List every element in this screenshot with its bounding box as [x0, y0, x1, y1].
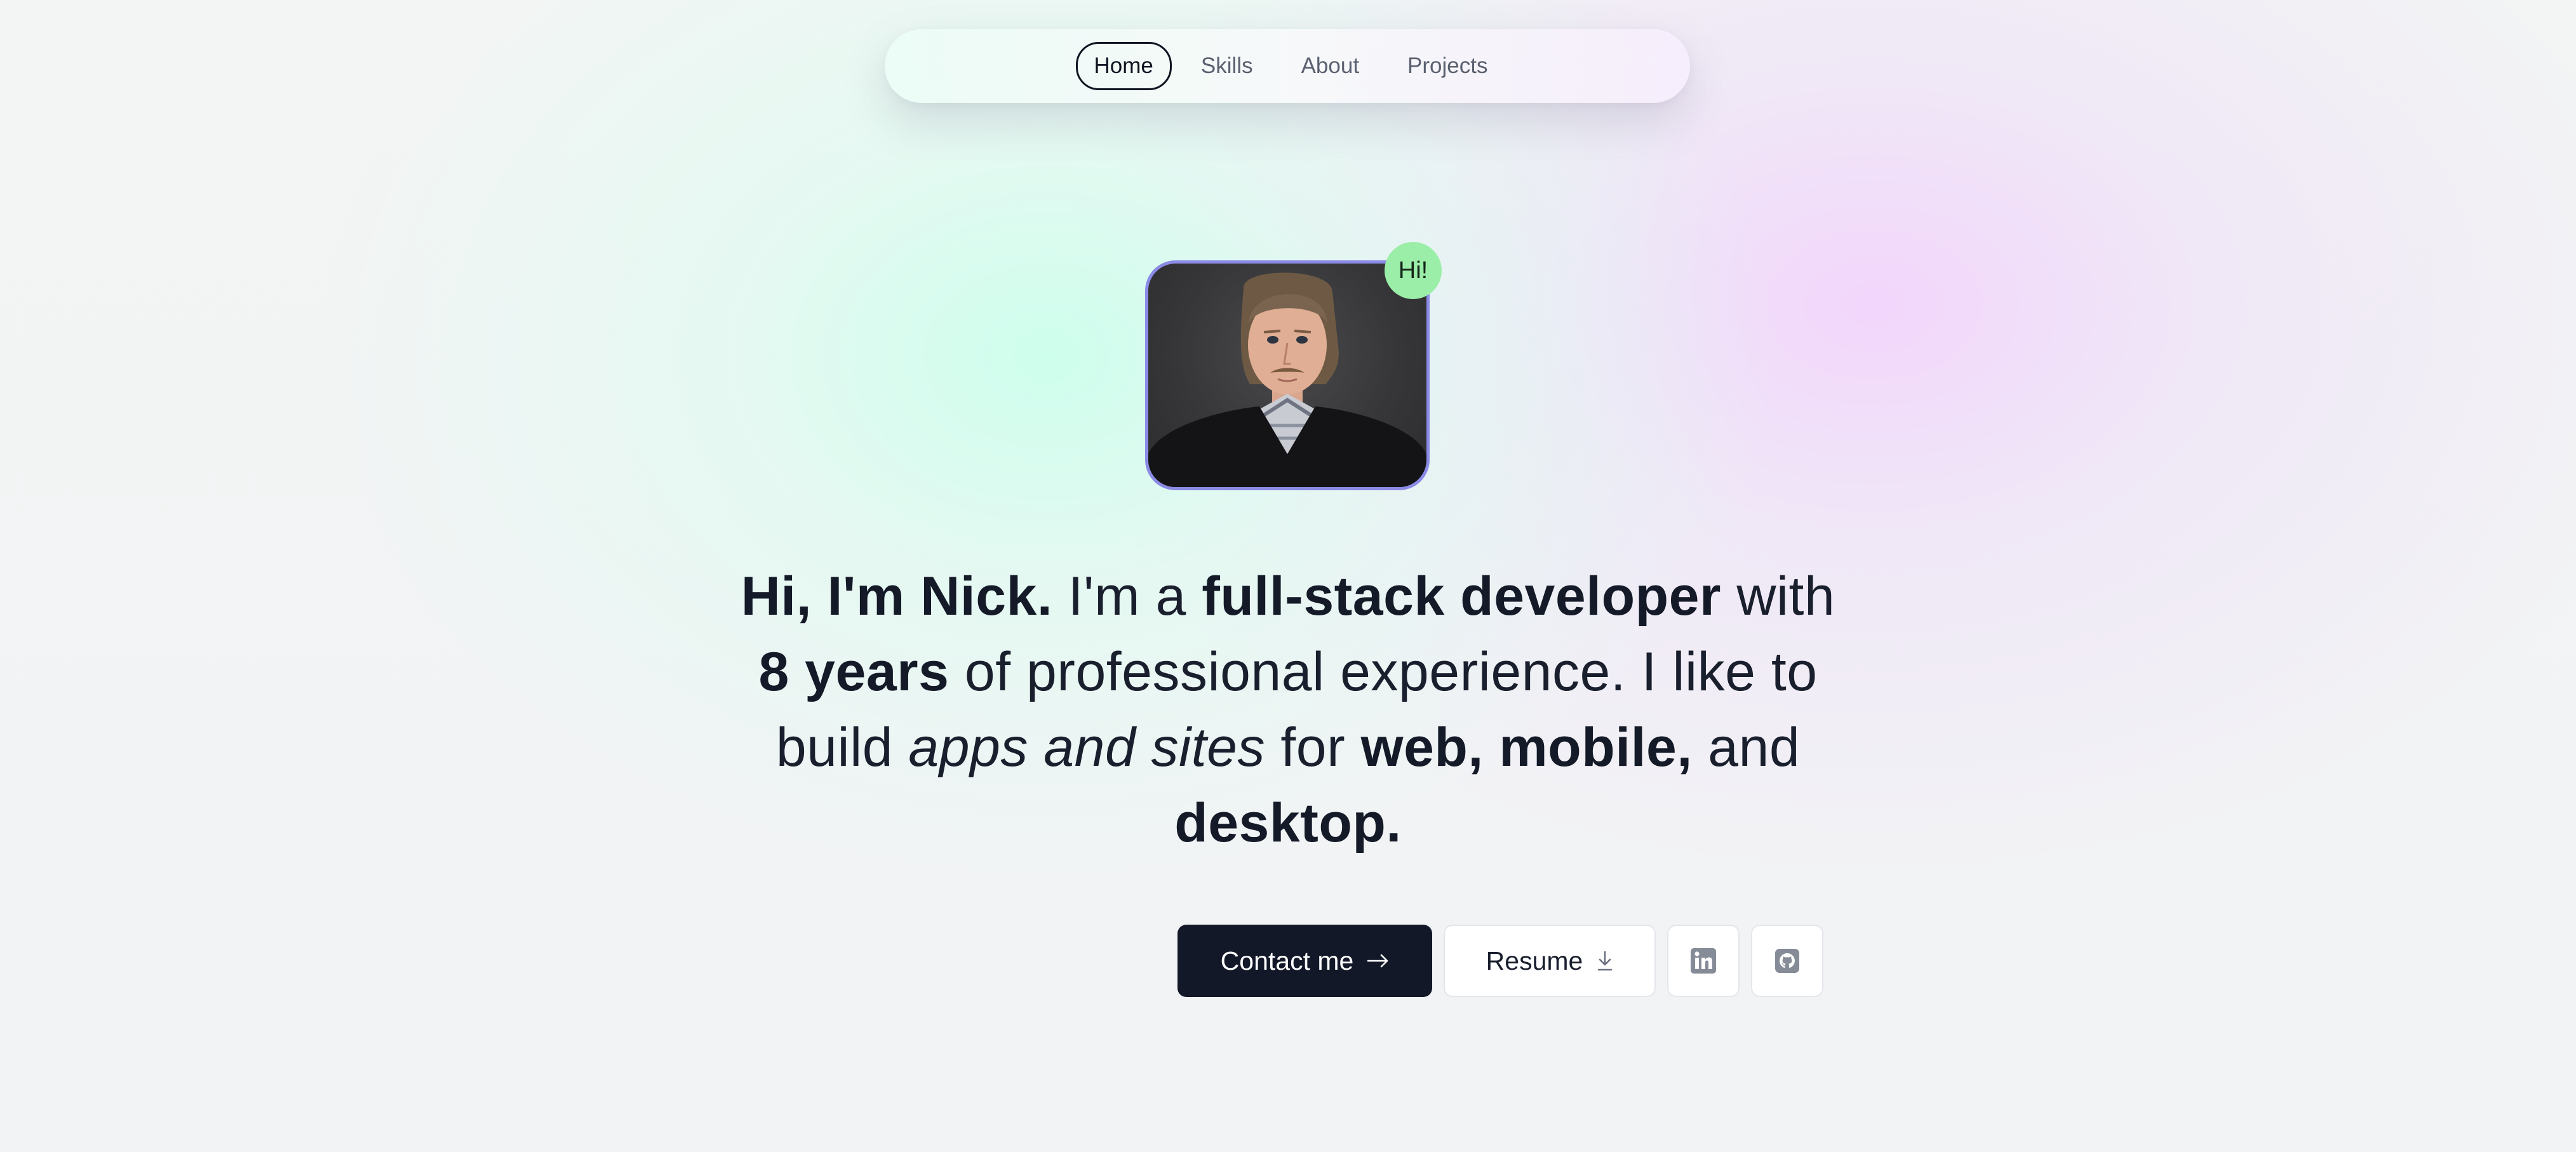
headline-years: 8 years	[758, 641, 949, 702]
headline-text: for	[1265, 717, 1361, 778]
github-icon	[1775, 949, 1799, 973]
hi-badge: Hi!	[1385, 242, 1442, 299]
resume-button[interactable]: Resume	[1444, 925, 1656, 997]
headline-text: I'm a	[1052, 566, 1202, 627]
nav-item-home[interactable]: Home	[1075, 42, 1172, 90]
contact-me-label: Contact me	[1220, 946, 1354, 975]
headline-text: and	[1692, 717, 1801, 778]
hero-actions: Contact me Resume	[1177, 925, 1823, 997]
headline-last: desktop.	[1174, 793, 1402, 854]
avatar-photo	[1145, 260, 1430, 490]
headline-platforms: web, mobile,	[1360, 717, 1693, 778]
linkedin-button[interactable]	[1667, 925, 1740, 997]
contact-me-button[interactable]: Contact me	[1177, 925, 1432, 997]
headline-intro: Hi, I'm Nick.	[741, 566, 1053, 627]
portrait-illustration	[1148, 272, 1426, 487]
resume-label: Resume	[1486, 946, 1583, 975]
nav-item-skills[interactable]: Skills	[1190, 44, 1265, 88]
avatar	[1145, 260, 1430, 490]
download-icon	[1597, 951, 1613, 971]
linkedin-icon	[1691, 948, 1716, 974]
top-navbar: Home Skills About Projects	[885, 29, 1690, 103]
github-button[interactable]	[1751, 925, 1823, 997]
nav-item-projects[interactable]: Projects	[1396, 44, 1499, 88]
headline-role: full-stack developer	[1202, 566, 1721, 627]
hero-headline: Hi, I'm Nick. I'm a full-stack developer…	[730, 559, 1846, 861]
arrow-right-icon	[1367, 954, 1389, 968]
headline-things: apps and sites	[908, 717, 1266, 778]
nav-item-about[interactable]: About	[1290, 44, 1371, 88]
headline-text: with	[1721, 566, 1835, 627]
